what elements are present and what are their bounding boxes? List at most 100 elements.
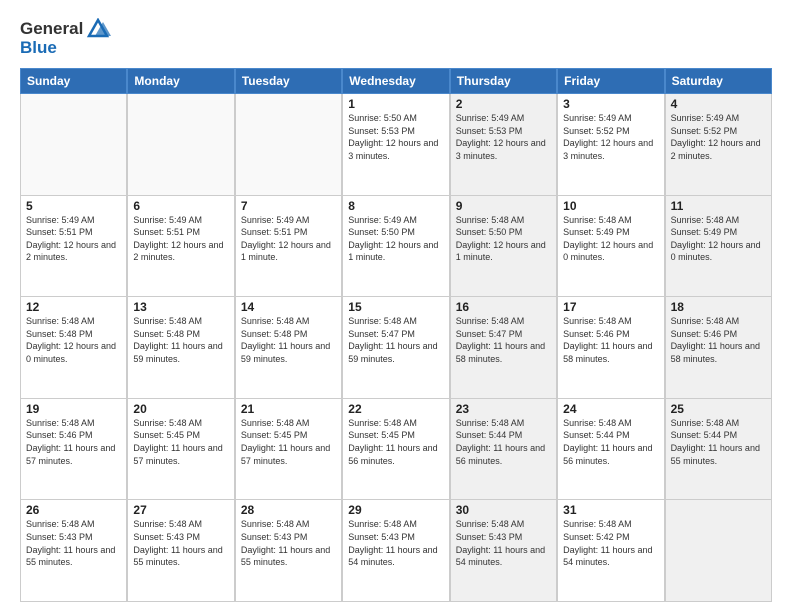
cal-cell: 21Sunrise: 5:48 AM Sunset: 5:45 PM Dayli… — [235, 399, 342, 500]
cell-info: Sunrise: 5:48 AM Sunset: 5:43 PM Dayligh… — [348, 518, 443, 568]
cell-info: Sunrise: 5:48 AM Sunset: 5:48 PM Dayligh… — [241, 315, 336, 365]
day-header-thursday: Thursday — [450, 68, 557, 94]
cell-info: Sunrise: 5:48 AM Sunset: 5:43 PM Dayligh… — [133, 518, 228, 568]
cal-cell: 15Sunrise: 5:48 AM Sunset: 5:47 PM Dayli… — [342, 297, 449, 398]
day-number: 13 — [133, 300, 228, 314]
cal-cell: 27Sunrise: 5:48 AM Sunset: 5:43 PM Dayli… — [127, 500, 234, 601]
day-number: 16 — [456, 300, 551, 314]
day-number: 25 — [671, 402, 766, 416]
cell-info: Sunrise: 5:48 AM Sunset: 5:46 PM Dayligh… — [563, 315, 658, 365]
cell-info: Sunrise: 5:49 AM Sunset: 5:51 PM Dayligh… — [241, 214, 336, 264]
day-number: 3 — [563, 97, 658, 111]
week-row-4: 19Sunrise: 5:48 AM Sunset: 5:46 PM Dayli… — [20, 399, 772, 501]
cal-cell: 19Sunrise: 5:48 AM Sunset: 5:46 PM Dayli… — [20, 399, 127, 500]
day-header-tuesday: Tuesday — [235, 68, 342, 94]
day-number: 11 — [671, 199, 766, 213]
calendar-body: 1Sunrise: 5:50 AM Sunset: 5:53 PM Daylig… — [20, 94, 772, 602]
cell-info: Sunrise: 5:48 AM Sunset: 5:45 PM Dayligh… — [348, 417, 443, 467]
cal-cell: 29Sunrise: 5:48 AM Sunset: 5:43 PM Dayli… — [342, 500, 449, 601]
cal-cell: 9Sunrise: 5:48 AM Sunset: 5:50 PM Daylig… — [450, 196, 557, 297]
cell-info: Sunrise: 5:48 AM Sunset: 5:45 PM Dayligh… — [133, 417, 228, 467]
day-number: 26 — [26, 503, 121, 517]
cell-info: Sunrise: 5:48 AM Sunset: 5:43 PM Dayligh… — [26, 518, 121, 568]
cal-cell: 13Sunrise: 5:48 AM Sunset: 5:48 PM Dayli… — [127, 297, 234, 398]
day-number: 15 — [348, 300, 443, 314]
cal-cell: 22Sunrise: 5:48 AM Sunset: 5:45 PM Dayli… — [342, 399, 449, 500]
day-header-sunday: Sunday — [20, 68, 127, 94]
cal-cell: 10Sunrise: 5:48 AM Sunset: 5:49 PM Dayli… — [557, 196, 664, 297]
day-number: 8 — [348, 199, 443, 213]
cell-info: Sunrise: 5:49 AM Sunset: 5:52 PM Dayligh… — [671, 112, 766, 162]
day-number: 2 — [456, 97, 551, 111]
cal-cell: 30Sunrise: 5:48 AM Sunset: 5:43 PM Dayli… — [450, 500, 557, 601]
cal-cell: 7Sunrise: 5:49 AM Sunset: 5:51 PM Daylig… — [235, 196, 342, 297]
cell-info: Sunrise: 5:48 AM Sunset: 5:48 PM Dayligh… — [133, 315, 228, 365]
cal-cell: 20Sunrise: 5:48 AM Sunset: 5:45 PM Dayli… — [127, 399, 234, 500]
day-header-monday: Monday — [127, 68, 234, 94]
cell-info: Sunrise: 5:48 AM Sunset: 5:44 PM Dayligh… — [563, 417, 658, 467]
day-number: 7 — [241, 199, 336, 213]
day-number: 6 — [133, 199, 228, 213]
cal-cell: 26Sunrise: 5:48 AM Sunset: 5:43 PM Dayli… — [20, 500, 127, 601]
day-number: 31 — [563, 503, 658, 517]
cell-info: Sunrise: 5:48 AM Sunset: 5:42 PM Dayligh… — [563, 518, 658, 568]
logo-general: General — [20, 19, 83, 38]
cell-info: Sunrise: 5:49 AM Sunset: 5:53 PM Dayligh… — [456, 112, 551, 162]
day-number: 18 — [671, 300, 766, 314]
day-number: 24 — [563, 402, 658, 416]
day-number: 28 — [241, 503, 336, 517]
week-row-2: 5Sunrise: 5:49 AM Sunset: 5:51 PM Daylig… — [20, 196, 772, 298]
cal-cell: 11Sunrise: 5:48 AM Sunset: 5:49 PM Dayli… — [665, 196, 772, 297]
cal-cell — [235, 94, 342, 195]
cell-info: Sunrise: 5:48 AM Sunset: 5:50 PM Dayligh… — [456, 214, 551, 264]
cell-info: Sunrise: 5:48 AM Sunset: 5:45 PM Dayligh… — [241, 417, 336, 467]
cell-info: Sunrise: 5:48 AM Sunset: 5:44 PM Dayligh… — [671, 417, 766, 467]
cell-info: Sunrise: 5:48 AM Sunset: 5:43 PM Dayligh… — [241, 518, 336, 568]
cal-cell — [665, 500, 772, 601]
cal-cell: 2Sunrise: 5:49 AM Sunset: 5:53 PM Daylig… — [450, 94, 557, 195]
day-number: 4 — [671, 97, 766, 111]
page-header: General Blue — [20, 18, 772, 58]
day-number: 27 — [133, 503, 228, 517]
day-number: 12 — [26, 300, 121, 314]
cal-cell: 28Sunrise: 5:48 AM Sunset: 5:43 PM Dayli… — [235, 500, 342, 601]
cal-cell: 6Sunrise: 5:49 AM Sunset: 5:51 PM Daylig… — [127, 196, 234, 297]
day-number: 14 — [241, 300, 336, 314]
day-number: 20 — [133, 402, 228, 416]
cell-info: Sunrise: 5:48 AM Sunset: 5:44 PM Dayligh… — [456, 417, 551, 467]
day-number: 1 — [348, 97, 443, 111]
cell-info: Sunrise: 5:48 AM Sunset: 5:43 PM Dayligh… — [456, 518, 551, 568]
cal-cell: 14Sunrise: 5:48 AM Sunset: 5:48 PM Dayli… — [235, 297, 342, 398]
cal-cell: 25Sunrise: 5:48 AM Sunset: 5:44 PM Dayli… — [665, 399, 772, 500]
cell-info: Sunrise: 5:48 AM Sunset: 5:47 PM Dayligh… — [348, 315, 443, 365]
cal-cell: 23Sunrise: 5:48 AM Sunset: 5:44 PM Dayli… — [450, 399, 557, 500]
cal-cell: 8Sunrise: 5:49 AM Sunset: 5:50 PM Daylig… — [342, 196, 449, 297]
cal-cell: 5Sunrise: 5:49 AM Sunset: 5:51 PM Daylig… — [20, 196, 127, 297]
cell-info: Sunrise: 5:48 AM Sunset: 5:46 PM Dayligh… — [26, 417, 121, 467]
logo-blue: Blue — [20, 38, 57, 57]
day-number: 19 — [26, 402, 121, 416]
cell-info: Sunrise: 5:48 AM Sunset: 5:49 PM Dayligh… — [671, 214, 766, 264]
day-header-wednesday: Wednesday — [342, 68, 449, 94]
cell-info: Sunrise: 5:49 AM Sunset: 5:51 PM Dayligh… — [133, 214, 228, 264]
day-number: 5 — [26, 199, 121, 213]
cell-info: Sunrise: 5:49 AM Sunset: 5:51 PM Dayligh… — [26, 214, 121, 264]
cell-info: Sunrise: 5:48 AM Sunset: 5:46 PM Dayligh… — [671, 315, 766, 365]
cal-cell: 16Sunrise: 5:48 AM Sunset: 5:47 PM Dayli… — [450, 297, 557, 398]
day-number: 9 — [456, 199, 551, 213]
day-number: 10 — [563, 199, 658, 213]
day-number: 17 — [563, 300, 658, 314]
cell-info: Sunrise: 5:48 AM Sunset: 5:49 PM Dayligh… — [563, 214, 658, 264]
day-header-saturday: Saturday — [665, 68, 772, 94]
cell-info: Sunrise: 5:48 AM Sunset: 5:48 PM Dayligh… — [26, 315, 121, 365]
cell-info: Sunrise: 5:49 AM Sunset: 5:50 PM Dayligh… — [348, 214, 443, 264]
calendar-header: SundayMondayTuesdayWednesdayThursdayFrid… — [20, 68, 772, 94]
cell-info: Sunrise: 5:49 AM Sunset: 5:52 PM Dayligh… — [563, 112, 658, 162]
cal-cell: 17Sunrise: 5:48 AM Sunset: 5:46 PM Dayli… — [557, 297, 664, 398]
day-number: 22 — [348, 402, 443, 416]
cal-cell — [20, 94, 127, 195]
cal-cell: 4Sunrise: 5:49 AM Sunset: 5:52 PM Daylig… — [665, 94, 772, 195]
cal-cell: 18Sunrise: 5:48 AM Sunset: 5:46 PM Dayli… — [665, 297, 772, 398]
logo: General Blue — [20, 18, 111, 58]
week-row-5: 26Sunrise: 5:48 AM Sunset: 5:43 PM Dayli… — [20, 500, 772, 602]
